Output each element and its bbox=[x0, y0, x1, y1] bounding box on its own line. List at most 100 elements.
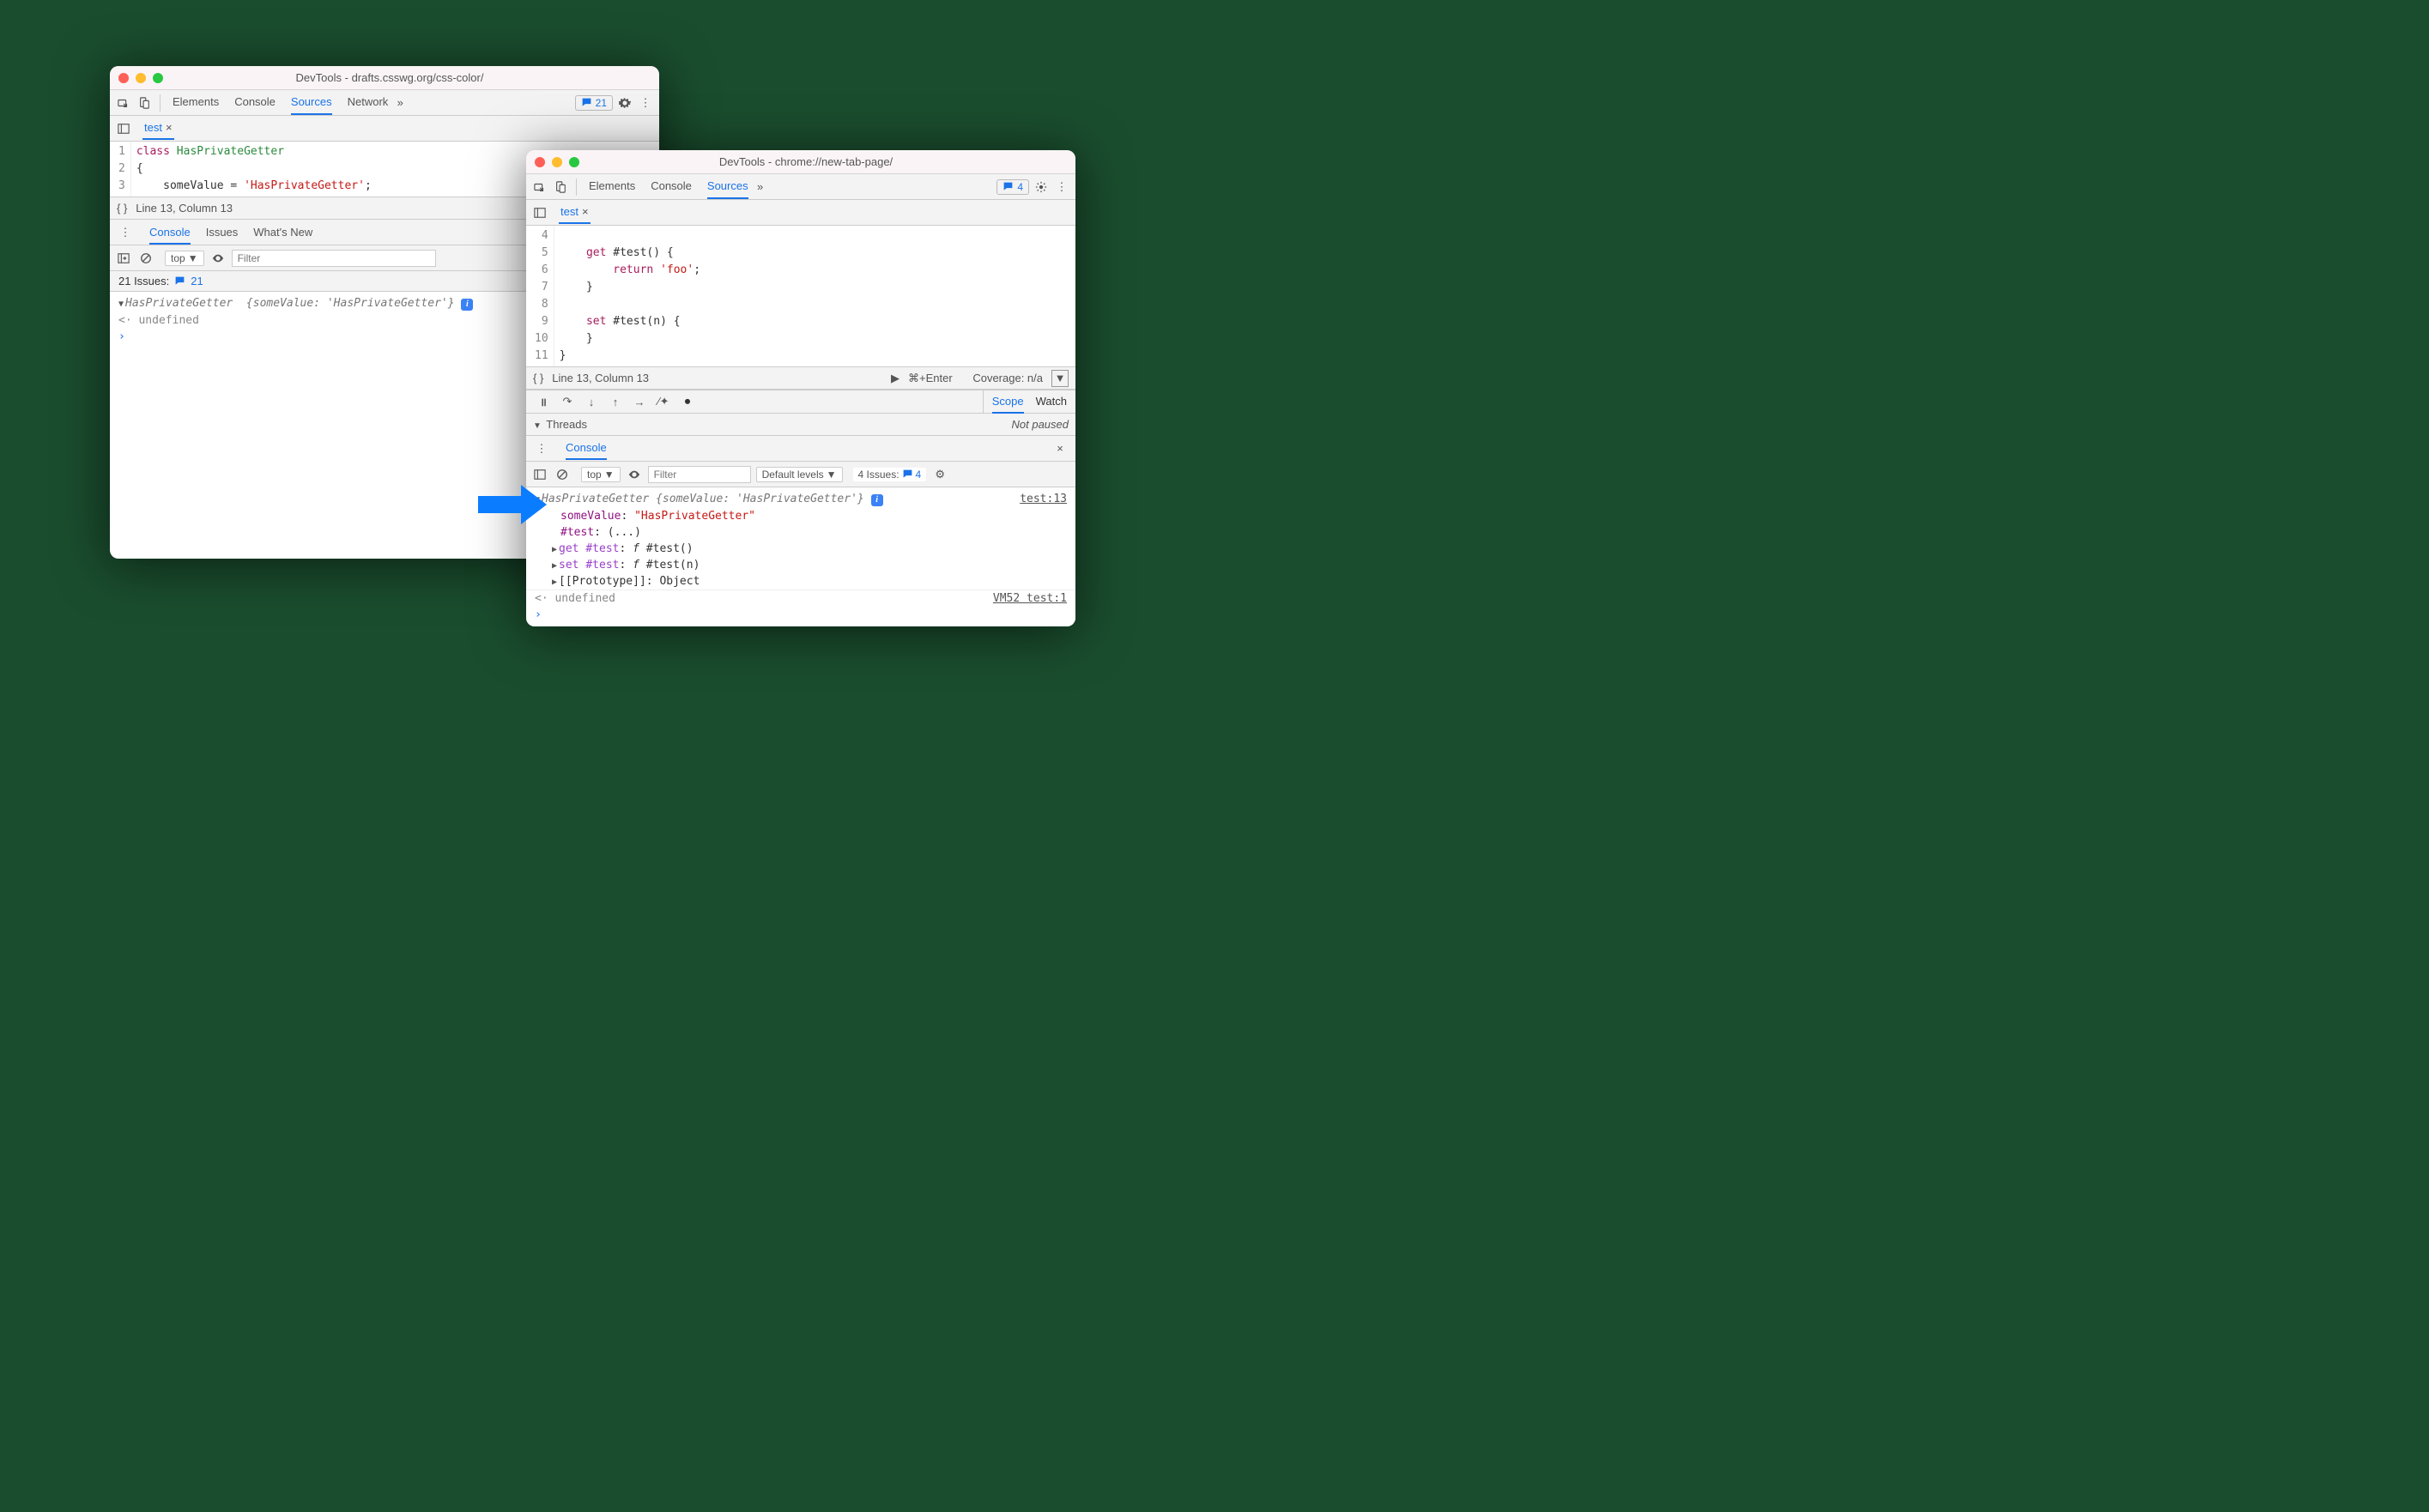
filter-input[interactable] bbox=[232, 250, 437, 267]
threads-row[interactable]: ▼ Threads Not paused bbox=[526, 414, 1075, 436]
inspect-icon[interactable] bbox=[531, 178, 548, 196]
kebab-icon[interactable]: ⋮ bbox=[117, 224, 134, 241]
show-sidebar-icon[interactable] bbox=[115, 250, 132, 267]
source-link[interactable]: test:13 bbox=[1020, 493, 1067, 505]
window-title: DevTools - chrome://new-tab-page/ bbox=[579, 155, 1033, 168]
filter-input[interactable] bbox=[648, 466, 751, 483]
more-tabs-icon[interactable]: » bbox=[391, 94, 409, 112]
console-prompt[interactable]: › bbox=[526, 607, 1075, 623]
gear-icon[interactable] bbox=[616, 94, 633, 112]
main-toolbar: Elements Console Sources Network » 21 ⋮ bbox=[110, 90, 659, 116]
info-icon[interactable]: i bbox=[871, 494, 883, 506]
side-tabs: Scope Watch bbox=[983, 390, 1075, 414]
clear-icon[interactable] bbox=[554, 466, 571, 483]
collapse-icon[interactable]: ▼ bbox=[1051, 370, 1069, 387]
tab-console[interactable]: Console bbox=[149, 221, 191, 245]
tab-network[interactable]: Network bbox=[348, 90, 389, 115]
triangle-down-icon[interactable]: ▼ bbox=[118, 299, 124, 309]
step-icon[interactable]: → bbox=[631, 393, 648, 410]
show-sidebar-icon[interactable] bbox=[531, 466, 548, 483]
zoom-icon[interactable] bbox=[153, 73, 163, 83]
eye-icon[interactable] bbox=[626, 466, 643, 483]
issues-pill[interactable]: 4 Issues: 4 bbox=[853, 468, 927, 481]
panel-tabs: Elements Console Sources Network bbox=[173, 90, 388, 115]
eye-icon[interactable] bbox=[209, 250, 227, 267]
code-editor[interactable]: 4567891011 get #test() { return 'foo'; }… bbox=[526, 226, 1075, 366]
deactivate-bp-icon[interactable]: ⁄✦ bbox=[655, 393, 672, 410]
pause-icon[interactable]: ॥ bbox=[535, 393, 552, 410]
code-content[interactable]: get #test() { return 'foo'; } set #test(… bbox=[554, 226, 706, 366]
prop-somevalue[interactable]: someValue: "HasPrivateGetter" bbox=[526, 508, 1075, 524]
console-object-header[interactable]: test:13 ▼HasPrivateGetter {someValue: 'H… bbox=[526, 491, 1075, 508]
arrow-annotation-icon bbox=[474, 483, 551, 535]
gear-icon[interactable]: ⚙ bbox=[931, 466, 948, 483]
device-icon[interactable] bbox=[136, 94, 153, 112]
issues-badge[interactable]: 4 bbox=[996, 179, 1029, 195]
kebab-icon[interactable]: ⋮ bbox=[1053, 178, 1070, 196]
format-icon[interactable]: { } bbox=[533, 372, 543, 384]
tab-scope[interactable]: Scope bbox=[992, 390, 1024, 414]
panel-tabs: Elements Console Sources bbox=[589, 174, 748, 199]
cursor-position: Line 13, Column 13 bbox=[552, 372, 649, 384]
pause-on-exc-icon[interactable]: ⏺ bbox=[679, 393, 696, 410]
format-icon[interactable]: { } bbox=[117, 202, 127, 215]
close-drawer-icon[interactable]: × bbox=[1051, 440, 1069, 457]
devtools-window-2: DevTools - chrome://new-tab-page/ Elemen… bbox=[526, 150, 1075, 626]
device-icon[interactable] bbox=[552, 178, 569, 196]
console-toolbar: top▼ Default levels▼ 4 Issues: 4 ⚙ bbox=[526, 462, 1075, 487]
show-nav-icon[interactable] bbox=[115, 120, 132, 137]
file-tab-test[interactable]: test× bbox=[559, 201, 591, 224]
coverage-label: Coverage: n/a bbox=[972, 372, 1043, 384]
step-over-icon[interactable]: ↷ bbox=[559, 393, 576, 410]
step-out-icon[interactable]: ↑ bbox=[607, 393, 624, 410]
main-toolbar: Elements Console Sources » 4 ⋮ bbox=[526, 174, 1075, 200]
issues-badge[interactable]: 21 bbox=[575, 95, 613, 111]
close-tab-icon[interactable]: × bbox=[166, 121, 173, 134]
tab-sources[interactable]: Sources bbox=[707, 174, 748, 199]
minimize-icon[interactable] bbox=[136, 73, 146, 83]
prop-prototype[interactable]: ▶[[Prototype]]: Object bbox=[526, 573, 1075, 590]
close-icon[interactable] bbox=[118, 73, 129, 83]
traffic-lights bbox=[118, 73, 163, 83]
clear-icon[interactable] bbox=[137, 250, 154, 267]
titlebar[interactable]: DevTools - chrome://new-tab-page/ bbox=[526, 150, 1075, 174]
kebab-icon[interactable]: ⋮ bbox=[637, 94, 654, 112]
kebab-icon[interactable]: ⋮ bbox=[533, 440, 550, 457]
close-tab-icon[interactable]: × bbox=[582, 205, 589, 218]
close-icon[interactable] bbox=[535, 157, 545, 167]
tab-sources[interactable]: Sources bbox=[291, 90, 332, 115]
step-into-icon[interactable]: ↓ bbox=[583, 393, 600, 410]
inspect-icon[interactable] bbox=[115, 94, 132, 112]
tab-watch[interactable]: Watch bbox=[1036, 390, 1067, 414]
console-output: test:13 ▼HasPrivateGetter {someValue: 'H… bbox=[526, 487, 1075, 626]
tab-console[interactable]: Console bbox=[566, 437, 607, 460]
run-icon[interactable]: ▶ bbox=[891, 372, 900, 385]
gutter: 4567891011 bbox=[526, 226, 554, 366]
show-nav-icon[interactable] bbox=[531, 204, 548, 221]
source-link[interactable]: VM52 test:1 bbox=[993, 592, 1067, 605]
titlebar[interactable]: DevTools - drafts.csswg.org/css-color/ bbox=[110, 66, 659, 90]
debugger-toolbar: ॥ ↷ ↓ ↑ → ⁄✦ ⏺ Scope Watch bbox=[526, 390, 1075, 414]
tab-console[interactable]: Console bbox=[651, 174, 692, 199]
file-tab-bar: test× bbox=[110, 116, 659, 142]
code-content[interactable]: class HasPrivateGetter{ someValue = 'Has… bbox=[131, 142, 377, 197]
tab-elements[interactable]: Elements bbox=[173, 90, 219, 115]
prop-setter[interactable]: ▶set #test: f #test(n) bbox=[526, 557, 1075, 573]
file-tab-test[interactable]: test× bbox=[142, 117, 174, 140]
tab-console[interactable]: Console bbox=[234, 90, 276, 115]
context-select[interactable]: top▼ bbox=[581, 467, 621, 482]
tab-what-s-new[interactable]: What's New bbox=[253, 221, 312, 243]
zoom-icon[interactable] bbox=[569, 157, 579, 167]
tab-elements[interactable]: Elements bbox=[589, 174, 635, 199]
minimize-icon[interactable] bbox=[552, 157, 562, 167]
tab-issues[interactable]: Issues bbox=[206, 221, 239, 243]
context-select[interactable]: top▼ bbox=[165, 251, 204, 266]
gear-icon[interactable] bbox=[1033, 178, 1050, 196]
levels-select[interactable]: Default levels▼ bbox=[756, 467, 843, 482]
prop-test[interactable]: #test: (...) bbox=[526, 524, 1075, 541]
prop-getter[interactable]: ▶get #test: f #test() bbox=[526, 541, 1075, 557]
more-tabs-icon[interactable]: » bbox=[752, 178, 769, 196]
info-icon[interactable]: i bbox=[461, 299, 473, 311]
file-tab-bar: test× bbox=[526, 200, 1075, 226]
window-title: DevTools - drafts.csswg.org/css-color/ bbox=[163, 71, 616, 84]
